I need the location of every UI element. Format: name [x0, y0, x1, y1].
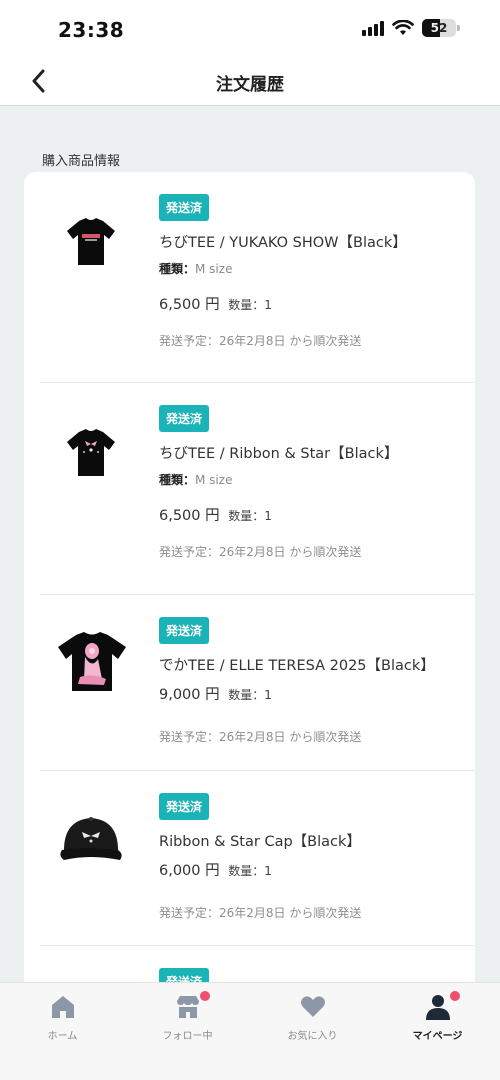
product-quantity: 数量：1 [228, 298, 272, 312]
product-quantity: 数量：1 [228, 509, 272, 523]
product-name: でかTEE / ELLE TERESA 2025【Black】 [159, 658, 435, 674]
page-title: 注文履歴 [216, 75, 284, 95]
order-item[interactable]: 発送済 ちびTEE / Ribbon & Star【Black】 種類：M si… [40, 383, 475, 595]
cellular-signal-icon [362, 20, 384, 36]
shop-icon [174, 991, 210, 1021]
nav-item-home[interactable]: ホーム [0, 993, 125, 1042]
product-price: 6,000 円 [159, 863, 220, 879]
header: 注文履歴 [0, 58, 500, 106]
shipping-schedule: 発送予定：26年2月8日 から順次発送 [159, 545, 362, 559]
product-name: ちびTEE / Ribbon & Star【Black】 [159, 446, 399, 462]
wifi-icon [392, 20, 414, 35]
notification-dot [449, 991, 460, 1001]
battery-level: 52 [430, 21, 448, 35]
status-badge: 発送済 [159, 405, 210, 432]
status-icons: 52 [362, 19, 460, 37]
section-label: 購入商品情報 [42, 154, 121, 169]
nav-item-favorites[interactable]: お気に入り [250, 993, 375, 1042]
home-icon [49, 993, 77, 1021]
order-items-card: 発送済 ちびTEE / YUKAKO SHOW【Black】 種類：M size… [24, 172, 475, 1002]
status-badge: 発送済 [159, 793, 210, 820]
shipping-schedule: 発送予定：26年2月8日 から順次発送 [159, 906, 362, 920]
product-name: ちびTEE / YUKAKO SHOW【Black】 [159, 235, 407, 251]
order-item[interactable]: 発送済 Ribbon & Star Cap【Black】 6,000 円 数量：… [40, 771, 475, 946]
nav-item-following[interactable]: フォロー中 [125, 991, 250, 1042]
product-variant: 種類：M size [159, 473, 233, 487]
order-item[interactable]: 発送済 ちびTEE / YUKAKO SHOW【Black】 種類：M size… [40, 172, 475, 383]
nav-label: マイページ [412, 1031, 463, 1042]
product-quantity: 数量：1 [228, 688, 272, 702]
notification-dot [199, 991, 210, 1001]
status-badge: 発送済 [159, 617, 210, 644]
nav-label: お気に入り [287, 1031, 338, 1042]
status-time: 23:38 [58, 18, 125, 42]
product-thumbnail [56, 809, 126, 871]
status-badge: 発送済 [159, 194, 210, 221]
nav-item-mypage[interactable]: マイページ [375, 991, 500, 1042]
product-name: Ribbon & Star Cap【Black】 [159, 834, 361, 850]
product-quantity: 数量：1 [228, 864, 272, 878]
product-thumbnail [60, 421, 122, 483]
shipping-schedule: 発送予定：26年2月8日 から順次発送 [159, 730, 362, 744]
battery-icon: 52 [422, 19, 460, 37]
person-icon [424, 991, 460, 1021]
product-price: 9,000 円 [159, 687, 220, 703]
product-price: 6,500 円 [159, 508, 220, 524]
nav-label: ホーム [47, 1031, 78, 1042]
product-thumbnail [54, 631, 130, 693]
heart-icon [299, 993, 327, 1021]
order-item[interactable]: 発送済 でかTEE / ELLE TERESA 2025【Black】 9,00… [40, 595, 475, 771]
price-row: 6,500 円 数量：1 [159, 504, 465, 525]
price-row: 6,000 円 数量：1 [159, 859, 465, 880]
shipping-schedule: 発送予定：26年2月8日 から順次発送 [159, 334, 362, 348]
product-thumbnail [60, 210, 122, 272]
product-price: 6,500 円 [159, 297, 220, 313]
status-bar: 23:38 52 [0, 0, 500, 58]
price-row: 6,500 円 数量：1 [159, 293, 465, 314]
nav-label: フォロー中 [162, 1031, 213, 1042]
price-row: 9,000 円 数量：1 [159, 683, 465, 704]
product-variant: 種類：M size [159, 262, 233, 276]
bottom-nav: ホーム フォロー中 お気に入り マイページ [0, 982, 500, 1080]
